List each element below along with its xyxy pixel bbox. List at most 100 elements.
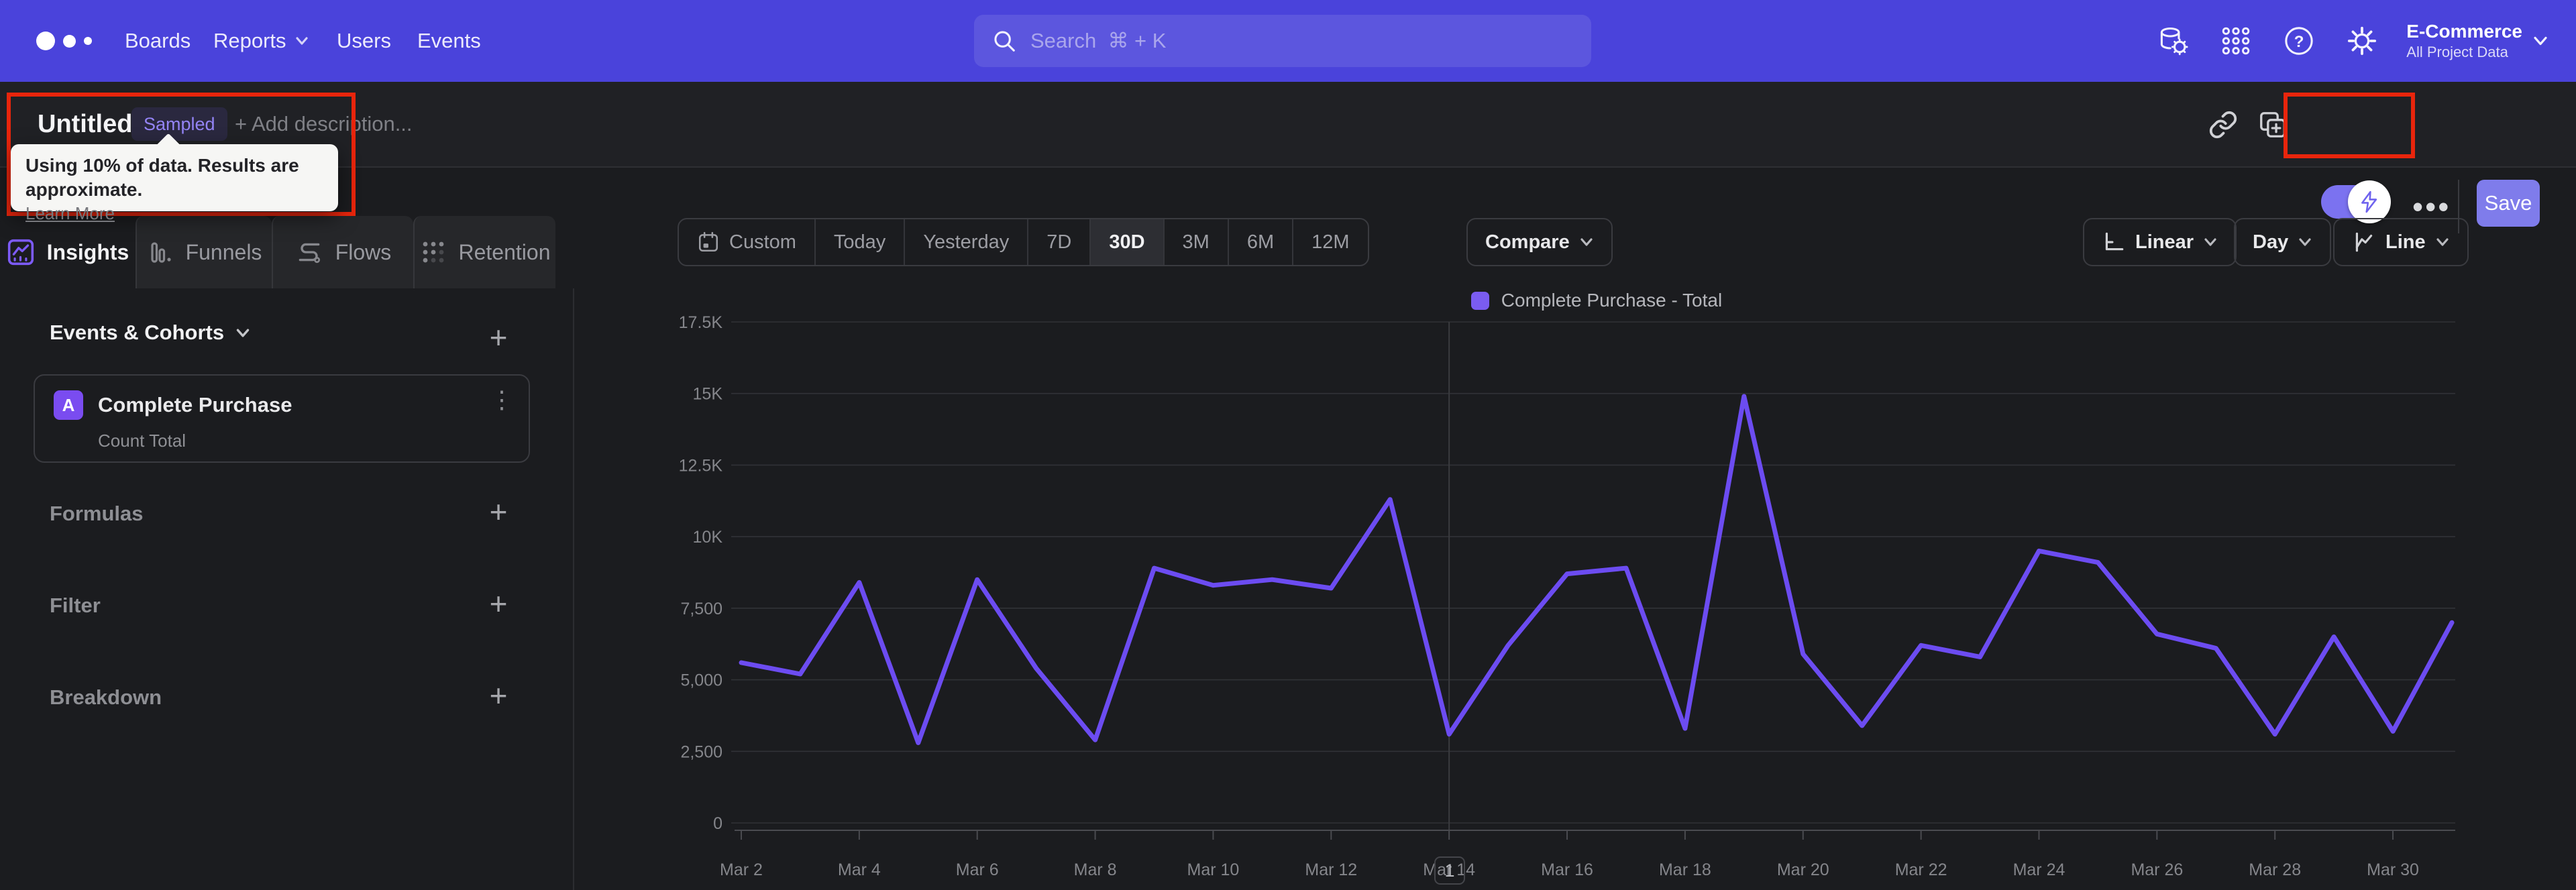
tab-flows-label: Flows	[335, 239, 392, 264]
section-formulas[interactable]: Formulas	[50, 502, 144, 526]
svg-text:Mar 4: Mar 4	[838, 860, 881, 879]
svg-text:Mar 16: Mar 16	[1541, 860, 1593, 879]
app-root: Boards Reports Users Events Search ⌘ + K…	[0, 0, 2576, 890]
range-6m[interactable]: 6M	[1227, 219, 1292, 265]
pagination-page-1[interactable]: 1	[1434, 856, 1465, 885]
project-name: E-Commerce	[2406, 21, 2522, 42]
event-card[interactable]: A Complete Purchase Count Total ⋮	[34, 374, 530, 463]
top-navbar: Boards Reports Users Events Search ⌘ + K…	[0, 0, 2576, 82]
svg-text:Mar 20: Mar 20	[1777, 860, 1829, 879]
save-button[interactable]: Save	[2477, 180, 2540, 227]
copy-link-icon[interactable]	[2206, 107, 2241, 142]
section-filter[interactable]: Filter	[50, 594, 101, 618]
svg-text:Mar 8: Mar 8	[1074, 860, 1117, 879]
interval-dropdown[interactable]: Day	[2234, 218, 2332, 266]
search-icon	[994, 31, 1015, 52]
insights-icon	[7, 239, 34, 266]
scale-dropdown[interactable]: Linear	[2083, 218, 2237, 266]
tab-insights[interactable]: Insights	[0, 216, 136, 288]
funnels-icon	[150, 242, 171, 263]
project-chevron-down-icon[interactable]	[2532, 36, 2549, 46]
scale-label: Linear	[2135, 231, 2194, 253]
nav-users[interactable]: Users	[337, 0, 391, 82]
svg-text:Mar 26: Mar 26	[2131, 860, 2183, 879]
settings-gear-icon[interactable]	[2343, 22, 2381, 60]
compare-button[interactable]: Compare	[1466, 218, 1613, 266]
chart-type-dropdown[interactable]: Line	[2333, 218, 2469, 266]
chevron-down-icon	[2299, 238, 2311, 246]
range-7d-label: 7D	[1046, 231, 1072, 253]
add-formula-button[interactable]: +	[482, 494, 515, 529]
svg-text:Mar 28: Mar 28	[2249, 860, 2301, 879]
range-30d[interactable]: 30D	[1089, 219, 1163, 265]
sampled-badge[interactable]: Sampled	[131, 107, 227, 141]
svg-text:Mar 10: Mar 10	[1187, 860, 1240, 879]
add-filter-button[interactable]: +	[482, 586, 515, 621]
nav-reports[interactable]: Reports	[213, 0, 309, 82]
range-3m[interactable]: 3M	[1163, 219, 1228, 265]
range-yesterday-label: Yesterday	[923, 231, 1010, 253]
svg-text:Mar 2: Mar 2	[720, 860, 763, 879]
tab-retention-label: Retention	[458, 239, 551, 264]
range-12m[interactable]: 12M	[1292, 219, 1367, 265]
flows-icon	[299, 243, 320, 264]
svg-text:5,000: 5,000	[680, 671, 722, 690]
event-name: Complete Purchase	[98, 393, 292, 416]
nav-users-label: Users	[337, 29, 391, 52]
svg-text:Mar 22: Mar 22	[1895, 860, 1947, 879]
section-breakdown[interactable]: Breakdown	[50, 685, 162, 710]
events-cohorts-header[interactable]: Events & Cohorts	[50, 321, 251, 345]
date-range-group: Custom Today Yesterday 7D 30D 3M 6M 12M	[678, 218, 1369, 266]
calendar-icon	[698, 231, 718, 252]
nav-reports-label: Reports	[213, 29, 286, 52]
chevron-down-icon	[1580, 238, 1593, 246]
tab-flows[interactable]: Flows	[272, 216, 413, 288]
line-chart[interactable]: 0 2,500 5,000 7,500 10K 12.5K 15K 17.5K Mar 2 Mar…	[574, 288, 2576, 890]
nav-events-label: Events	[417, 29, 481, 52]
svg-text:17.5K: 17.5K	[679, 313, 723, 332]
event-menu-icon[interactable]: ⋮	[490, 388, 514, 412]
svg-text:Mar 18: Mar 18	[1659, 860, 1711, 879]
add-event-button[interactable]: +	[482, 320, 515, 355]
range-30d-label: 30D	[1109, 231, 1145, 253]
events-cohorts-label: Events & Cohorts	[50, 321, 225, 344]
lightning-bolt-icon	[2361, 190, 2377, 213]
tab-funnels-label: Funnels	[185, 239, 262, 264]
linear-scale-icon	[2105, 232, 2124, 251]
search-input[interactable]	[1017, 29, 1591, 53]
nav-events[interactable]: Events	[417, 0, 481, 82]
svg-text:Mar 12: Mar 12	[1305, 860, 1357, 879]
global-search[interactable]	[974, 15, 1591, 67]
range-custom-label: Custom	[729, 231, 796, 253]
data-management-icon[interactable]	[2154, 22, 2192, 60]
event-metric[interactable]: Count Total	[98, 431, 186, 451]
svg-text:7,500: 7,500	[680, 600, 722, 618]
sampling-toggle-knob	[2348, 180, 2391, 223]
tab-funnels[interactable]: Funnels	[136, 216, 272, 288]
range-3m-label: 3M	[1182, 231, 1210, 253]
range-today[interactable]: Today	[814, 219, 904, 265]
report-header: Untitled Sampled + Add description... ••…	[0, 82, 2576, 233]
navbar-icons: ? E-Commerce All Project Data	[2154, 0, 2576, 82]
learn-more-link[interactable]: Learn More	[25, 202, 115, 225]
compare-label: Compare	[1485, 231, 1570, 253]
mixpanel-logo-icon[interactable]	[36, 0, 92, 82]
apps-grid-icon[interactable]	[2217, 22, 2255, 60]
sampling-toggle[interactable]	[2321, 180, 2391, 223]
add-breakdown-button[interactable]: +	[482, 678, 515, 713]
svg-text:?: ?	[2294, 33, 2304, 51]
svg-text:0: 0	[713, 814, 722, 833]
tab-retention[interactable]: Retention	[413, 216, 555, 288]
nav-boards[interactable]: Boards	[125, 0, 191, 82]
project-selector[interactable]: E-Commerce All Project Data	[2406, 20, 2522, 62]
help-icon[interactable]: ?	[2280, 22, 2318, 60]
range-today-label: Today	[833, 231, 886, 253]
svg-text:10K: 10K	[693, 528, 723, 547]
range-custom[interactable]: Custom	[679, 219, 814, 265]
chart-type-label: Line	[2385, 231, 2426, 253]
svg-text:2,500: 2,500	[680, 742, 722, 761]
interval-label: Day	[2253, 231, 2289, 253]
range-yesterday[interactable]: Yesterday	[904, 219, 1027, 265]
add-to-board-icon[interactable]	[2255, 107, 2290, 142]
range-7d[interactable]: 7D	[1027, 219, 1089, 265]
